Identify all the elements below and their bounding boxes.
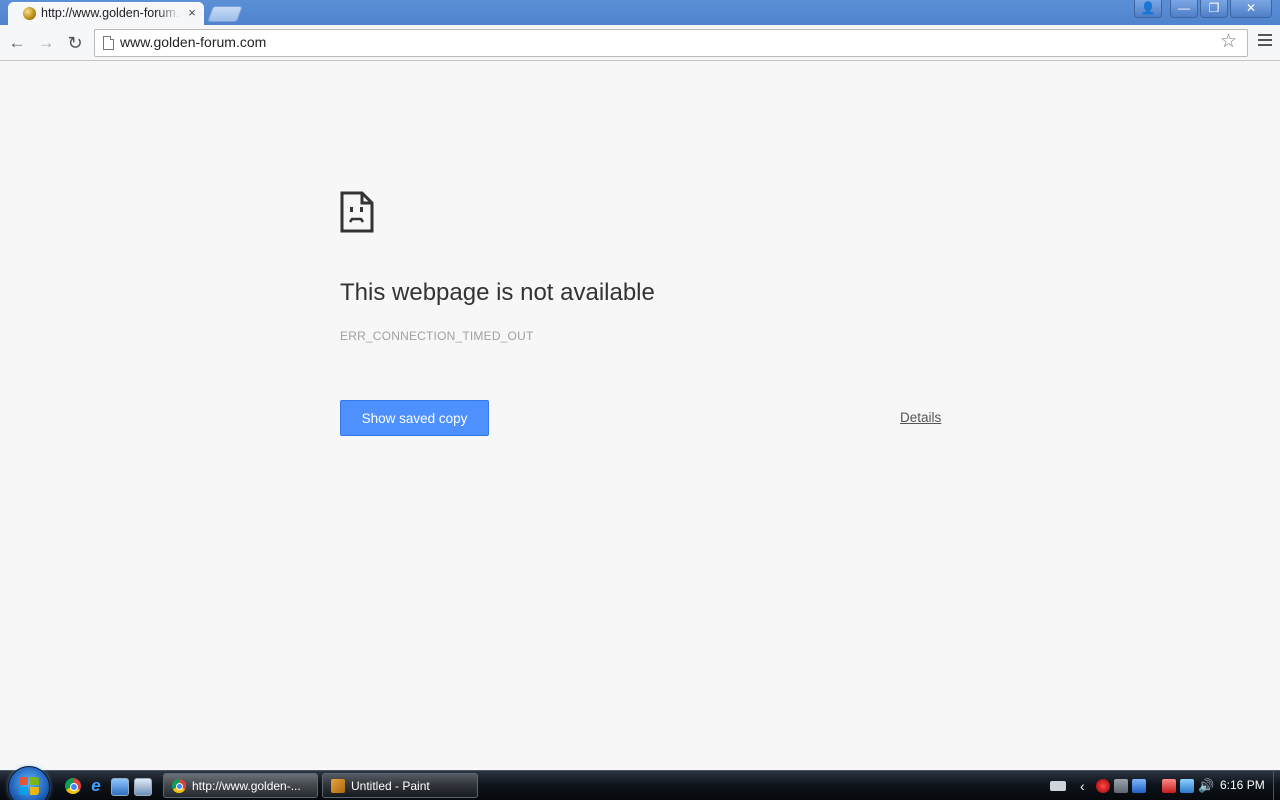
antivirus-icon[interactable] <box>1096 779 1110 793</box>
minimize-button[interactable]: — <box>1170 0 1198 18</box>
title-bar: http://www.golden-forum.com × 👤 — ❐ ✕ <box>0 0 1280 25</box>
tray-app-icon[interactable] <box>1132 779 1146 793</box>
internet-explorer-icon[interactable]: e <box>88 777 104 794</box>
address-bar[interactable]: www.golden-forum.com ☆ <box>94 29 1248 57</box>
network-icon[interactable] <box>1180 779 1194 793</box>
start-button[interactable] <box>8 766 50 800</box>
taskbar-item-label: http://www.golden-... <box>192 779 301 793</box>
sad-page-icon <box>340 191 374 233</box>
keyboard-icon[interactable] <box>1050 781 1066 791</box>
url-text[interactable]: www.golden-forum.com <box>120 34 266 50</box>
switch-windows-icon[interactable] <box>134 778 152 796</box>
bookmark-star-icon[interactable]: ☆ <box>1220 32 1237 52</box>
clock[interactable]: 6:16 PM <box>1220 778 1265 792</box>
show-hidden-icons-icon[interactable]: ‹ <box>1080 779 1094 793</box>
reload-icon[interactable]: ↻ <box>65 33 85 53</box>
browser-toolbar: ← → ↻ www.golden-forum.com ☆ <box>0 25 1280 61</box>
browser-tab[interactable]: http://www.golden-forum.com × <box>8 2 204 25</box>
show-desktop-icon[interactable] <box>111 778 129 796</box>
user-profile-icon[interactable]: 👤 <box>1134 0 1162 18</box>
back-arrow-icon[interactable]: ← <box>7 33 27 53</box>
site-favicon-icon <box>23 7 36 20</box>
chrome-icon[interactable] <box>65 778 81 794</box>
new-tab-button[interactable] <box>207 6 243 22</box>
error-code: ERR_CONNECTION_TIMED_OUT <box>340 329 534 343</box>
error-title: This webpage is not available <box>340 279 655 306</box>
tab-close-icon[interactable]: × <box>185 5 199 21</box>
page-icon <box>103 36 114 50</box>
paint-icon <box>331 779 345 793</box>
show-saved-copy-button[interactable]: Show saved copy <box>340 400 489 436</box>
chrome-icon <box>172 779 186 793</box>
close-window-button[interactable]: ✕ <box>1230 0 1272 18</box>
chrome-menu-icon[interactable] <box>1258 34 1272 48</box>
tray-app-icon[interactable] <box>1114 779 1128 793</box>
taskbar: e http://www.golden-... Untitled - Paint… <box>0 766 1280 800</box>
page-content: This webpage is not available ERR_CONNEC… <box>0 61 1280 770</box>
volume-icon[interactable]: 🔊 <box>1198 779 1214 793</box>
taskbar-item-paint[interactable]: Untitled - Paint <box>322 773 478 798</box>
restore-button[interactable]: ❐ <box>1200 0 1228 18</box>
taskbar-item-chrome[interactable]: http://www.golden-... <box>163 773 318 798</box>
show-desktop-button[interactable] <box>1273 771 1280 800</box>
tab-title: http://www.golden-forum.com <box>41 6 181 22</box>
power-icon[interactable] <box>1162 779 1176 793</box>
details-link[interactable]: Details <box>900 410 941 425</box>
taskbar-item-label: Untitled - Paint <box>351 779 430 793</box>
forward-arrow-icon[interactable]: → <box>36 33 56 53</box>
window-controls: 👤 — ❐ ✕ <box>1132 0 1272 18</box>
